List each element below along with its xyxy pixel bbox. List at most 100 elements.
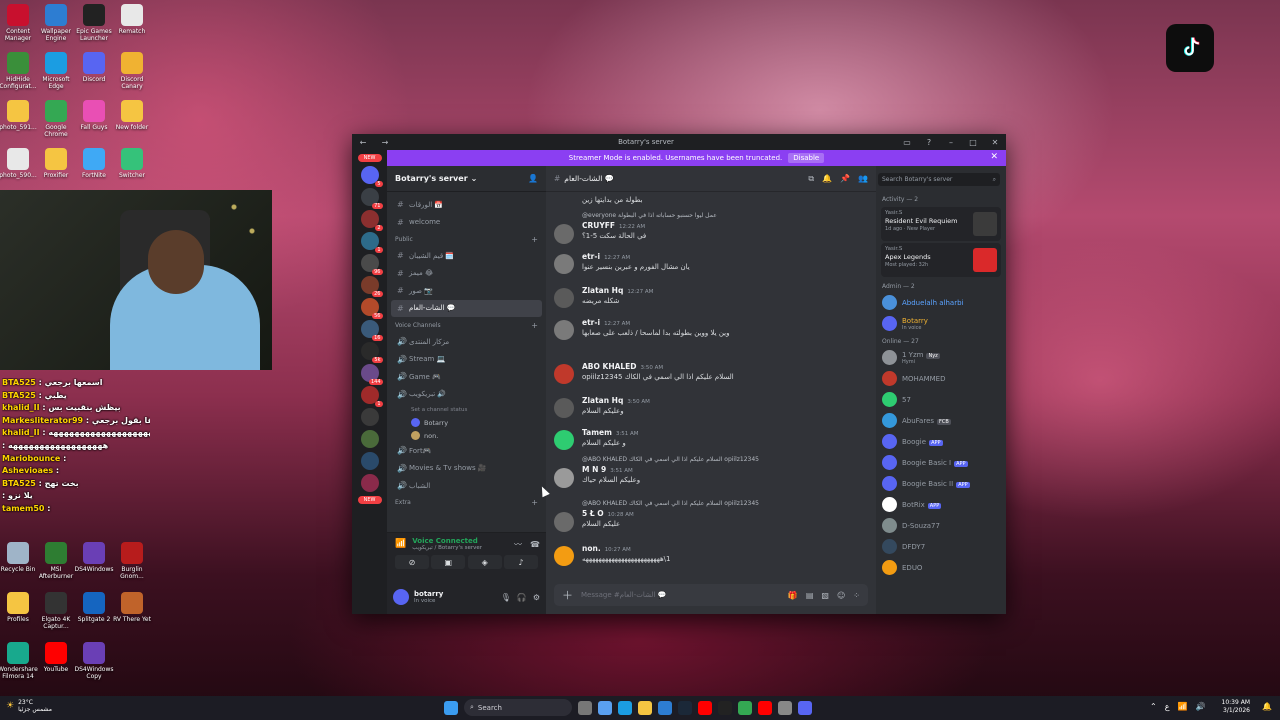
- member-list-icon[interactable]: 👥: [858, 174, 868, 184]
- server-icon[interactable]: 56: [360, 298, 383, 319]
- chrome-icon[interactable]: [738, 700, 752, 715]
- voice-channel[interactable]: 🔊 Game 🎮: [387, 368, 546, 386]
- edge-icon[interactable]: [618, 700, 632, 715]
- member-row[interactable]: 57: [876, 389, 1006, 410]
- wifi-icon[interactable]: 📶: [1177, 702, 1187, 711]
- message-author[interactable]: Zlatan Hq 3:50 AM: [582, 396, 870, 405]
- discord-icon[interactable]: [798, 700, 812, 715]
- avatar[interactable]: [554, 430, 574, 450]
- desktop-icon[interactable]: Switcher: [110, 148, 154, 179]
- close-banner-icon[interactable]: ✕: [990, 152, 998, 162]
- server-icon[interactable]: 96: [360, 254, 383, 275]
- disable-streamer-mode-button[interactable]: Disable: [788, 153, 825, 163]
- category-header[interactable]: Public +: [387, 231, 546, 247]
- activity-card[interactable]: Yasir.S Resident Evil Requiem 1d ago · New…: [881, 207, 1001, 241]
- copilot-icon[interactable]: [598, 700, 612, 715]
- category-header[interactable]: Extra +: [387, 495, 546, 511]
- voice-channel[interactable]: 🔊 Stream 💻: [387, 351, 546, 369]
- close-button[interactable]: ✕: [984, 138, 1006, 147]
- clock[interactable]: 10:39 AM 3/1/2026: [1222, 699, 1250, 715]
- server-icon[interactable]: 1: [360, 386, 383, 407]
- voice-user[interactable]: Botarry: [387, 416, 546, 429]
- member-row[interactable]: Boogie Basic I APP: [876, 452, 1006, 473]
- reply-preview[interactable]: @everyone عمل ليوا حسنبو حساباته اذا في …: [582, 212, 870, 219]
- voice-user[interactable]: non.: [387, 429, 546, 442]
- message-author[interactable]: etr-i 12:27 AM: [582, 318, 870, 327]
- server-icon[interactable]: 71: [360, 188, 383, 209]
- avatar[interactable]: [554, 546, 574, 566]
- channel-status[interactable]: Set a channel status: [387, 403, 546, 416]
- noise-suppression-icon[interactable]: 〰: [514, 539, 522, 550]
- desktop-icon[interactable]: Discord Canary: [110, 52, 154, 90]
- member-row[interactable]: D-Souza77: [876, 515, 1006, 536]
- taskbar-search[interactable]: ⌕ Search: [464, 699, 572, 716]
- microphone-icon[interactable]: 🎙: [501, 593, 511, 602]
- notifications-bell-icon[interactable]: 🔔: [1262, 702, 1272, 711]
- settings-icon[interactable]: [778, 700, 792, 715]
- minimize-button[interactable]: –: [940, 138, 962, 147]
- chevron-up-icon[interactable]: ⌃: [1150, 702, 1157, 711]
- avatar[interactable]: [554, 320, 574, 340]
- member-row[interactable]: BotRix APP: [876, 494, 1006, 515]
- voice-channel[interactable]: 🔊تبريكويب 🔊13:45:53: [387, 198, 1006, 614]
- threads-icon[interactable]: ⧉: [808, 174, 814, 184]
- desktop-icon[interactable]: Rematch: [110, 4, 154, 35]
- message-author[interactable]: Tamem 3:51 AM: [582, 428, 870, 437]
- reply-preview[interactable]: @ABO KHALED السلام عليكم اذا الي اسمي في…: [582, 500, 870, 507]
- server-icon[interactable]: 16: [360, 320, 383, 341]
- file-explorer-icon[interactable]: [638, 700, 652, 715]
- avatar[interactable]: [554, 288, 574, 308]
- activity-card[interactable]: Yasir.S Apex Legends Most played: 32h: [881, 243, 1001, 277]
- voice-channel[interactable]: 🔊 Movies & Tv shows 🎥: [387, 460, 546, 478]
- search-input[interactable]: Search Botarry's server ⌕: [878, 173, 1000, 186]
- invite-people-icon[interactable]: 👤: [528, 174, 538, 183]
- activities-button[interactable]: ◈: [467, 555, 502, 569]
- member-row[interactable]: Boogie Basic II APP: [876, 473, 1006, 494]
- server-icon[interactable]: 5k: [360, 342, 383, 363]
- forward-arrow-icon[interactable]: →: [374, 138, 396, 147]
- add-channel-icon[interactable]: +: [531, 321, 538, 330]
- avatar[interactable]: [554, 364, 574, 384]
- text-channel[interactable]: # ميمز 😂: [387, 265, 546, 283]
- language-icon[interactable]: ع: [1165, 702, 1170, 711]
- volume-icon[interactable]: 🔊: [1195, 702, 1205, 711]
- avatar[interactable]: [554, 512, 574, 532]
- member-row[interactable]: MOHAMMED: [876, 368, 1006, 389]
- task-view-icon[interactable]: [578, 700, 592, 715]
- server-icon[interactable]: 144: [360, 364, 383, 385]
- desktop-icon[interactable]: RV There Yet: [110, 592, 154, 623]
- sticker-icon[interactable]: ▧: [821, 591, 829, 600]
- text-channel[interactable]: # welcome: [387, 214, 546, 232]
- pinned-icon[interactable]: 📌: [840, 174, 850, 184]
- weather-widget[interactable]: ☀ 23°C مشمس جزئيا: [6, 699, 52, 713]
- server-icon[interactable]: 2: [360, 210, 383, 231]
- desktop-icon[interactable]: Burglin Gnom...: [110, 542, 154, 580]
- disconnect-icon[interactable]: ☎: [530, 540, 540, 549]
- server-icon[interactable]: 26: [360, 276, 383, 297]
- voice-channel[interactable]: 🔊 الشباب: [387, 477, 546, 495]
- avatar[interactable]: [554, 398, 574, 418]
- member-row[interactable]: Botarry In voice: [876, 313, 1006, 334]
- text-channel[interactable]: #الشات-العام 💬👤 ⚙: [391, 198, 1006, 614]
- gift-icon[interactable]: 🎁: [788, 591, 798, 600]
- member-row[interactable]: Abduelalh alharbi: [876, 292, 1006, 313]
- add-channel-icon[interactable]: +: [531, 235, 538, 244]
- voice-channel[interactable]: 🔊 مزكار المنتدى: [387, 333, 546, 351]
- camera-off-button[interactable]: ⊘: [395, 555, 429, 569]
- message-author[interactable]: etr-i 12:27 AM: [582, 252, 870, 261]
- youtube-icon[interactable]: [698, 700, 712, 715]
- apps-icon[interactable]: ⁘: [853, 591, 860, 600]
- member-row[interactable]: Boogie APP: [876, 431, 1006, 452]
- youtube-icon[interactable]: [758, 700, 772, 715]
- text-channel[interactable]: # صور 📷: [387, 282, 546, 300]
- member-row[interactable]: 1 Yzm Nyz Hymi: [876, 347, 1006, 368]
- member-row[interactable]: EDUO: [876, 557, 1006, 578]
- server-icon[interactable]: 1: [360, 232, 383, 253]
- store-icon[interactable]: [658, 700, 672, 715]
- steam-icon[interactable]: [678, 700, 692, 715]
- inbox-icon[interactable]: ▭: [896, 138, 918, 147]
- member-row[interactable]: AbuFares FCB: [876, 410, 1006, 431]
- server-icon[interactable]: [360, 452, 379, 470]
- desktop-icon[interactable]: DS4Windows Copy: [72, 642, 116, 680]
- avatar[interactable]: [554, 254, 574, 274]
